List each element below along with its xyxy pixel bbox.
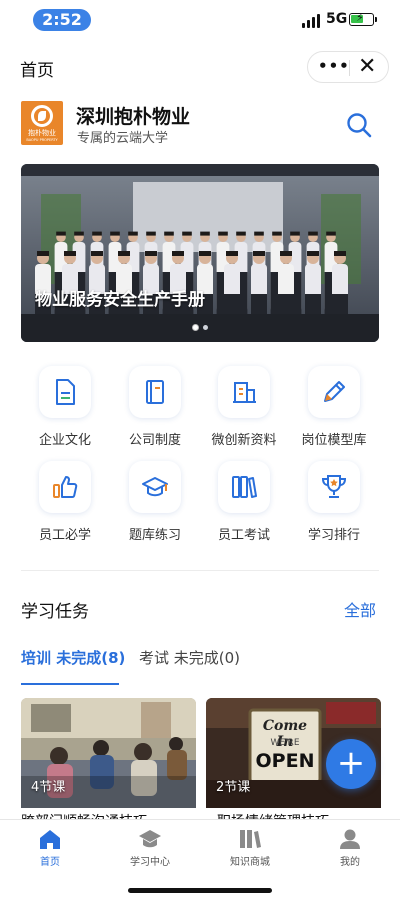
plus-icon: + [336, 743, 366, 783]
trophy-icon [308, 461, 360, 513]
section-divider [21, 570, 379, 571]
active-tab-indicator [21, 683, 119, 685]
grid-item-label: 员工必学 [38, 528, 91, 543]
grid-item-exam[interactable]: 员工考试 [204, 461, 284, 551]
grid-item-label: 岗位模型库 [301, 433, 367, 448]
grid-item-label: 企业文化 [38, 433, 91, 448]
sign-text: OPEN [255, 750, 315, 772]
book-icon [129, 366, 181, 418]
battery-icon: ⚡ [349, 11, 377, 26]
tab-knowledge-mall[interactable]: 知识商城 [200, 828, 300, 872]
thumbs-up-icon [39, 461, 91, 513]
graduation-cap-icon [139, 830, 161, 848]
close-icon[interactable]: ✕ [358, 54, 376, 79]
banner-image [21, 164, 379, 342]
status-bar: 2:52 5G ⚡ [0, 0, 400, 44]
tab-home[interactable]: 首页 [0, 828, 100, 872]
tasks-all-link[interactable]: 全部 [344, 597, 376, 621]
sign-text: WE'RE [270, 738, 300, 748]
grid-item-label: 学习排行 [307, 528, 360, 543]
grid-item-label: 题库练习 [128, 528, 181, 543]
tab-label: 知识商城 [230, 857, 270, 868]
status-time: 2:52 [33, 9, 91, 31]
grid-item-question-bank[interactable]: 题库练习 [115, 461, 195, 551]
course-card[interactable]: 4节课 [21, 698, 196, 808]
grid-item-job-models[interactable]: 岗位模型库 [294, 366, 374, 456]
more-dots-icon[interactable]: ••• [318, 57, 350, 75]
tab-exam[interactable]: 考试 未完成(0) [139, 647, 240, 668]
books-icon [240, 830, 261, 848]
signal-icon [302, 14, 322, 28]
home-icon [40, 830, 60, 849]
pencil-icon [308, 366, 360, 418]
tab-profile[interactable]: 我的 [300, 828, 400, 872]
grid-item-culture[interactable]: 企业文化 [25, 366, 105, 456]
carousel-indicator [193, 325, 213, 331]
books-icon [218, 461, 270, 513]
tab-learning-center[interactable]: 学习中心 [100, 828, 200, 872]
lesson-count: 2节课 [216, 780, 251, 795]
tab-label: 我的 [340, 857, 360, 868]
tab-label: 学习中心 [130, 857, 170, 868]
page-title: 首页 [20, 61, 54, 81]
grid-item-label: 员工考试 [217, 528, 270, 543]
graduation-cap-icon [129, 461, 181, 513]
add-button[interactable]: + [326, 739, 376, 789]
document-icon [39, 366, 91, 418]
search-icon[interactable] [345, 111, 373, 139]
tab-training[interactable]: 培训 未完成(8) [21, 647, 125, 668]
brand-logo: 抱朴物业 BAOPU PROPERTY [21, 101, 63, 145]
grid-item-rules[interactable]: 公司制度 [115, 366, 195, 456]
grid-item-ranking[interactable]: 学习排行 [294, 461, 374, 551]
grid-item-label: 公司制度 [128, 433, 181, 448]
banner-caption: 物业服务安全生产手册 [35, 290, 205, 310]
building-icon [218, 366, 270, 418]
grid-item-must-learn[interactable]: 员工必学 [25, 461, 105, 551]
user-icon [340, 829, 360, 849]
grid-item-label: 微创新资料 [211, 433, 277, 448]
mini-program-capsule: ••• ✕ [307, 51, 389, 83]
capsule-divider [349, 60, 350, 76]
brand-name: 深圳抱朴物业 [76, 106, 191, 128]
network-label: 5G [326, 11, 348, 27]
brand-tagline: 专属的云端大学 [77, 131, 169, 146]
tasks-title: 学习任务 [21, 602, 89, 622]
banner-carousel[interactable]: 物业服务安全生产手册 [21, 164, 379, 342]
grid-item-innovation[interactable]: 微创新资料 [204, 366, 284, 456]
tab-label: 首页 [40, 857, 60, 868]
app-screen: 2:52 5G ⚡ 首页 ••• ✕ 抱朴物业 BAOPU PROPERTY 深… [0, 0, 400, 900]
home-indicator [128, 888, 272, 893]
lesson-count: 4节课 [31, 780, 66, 795]
